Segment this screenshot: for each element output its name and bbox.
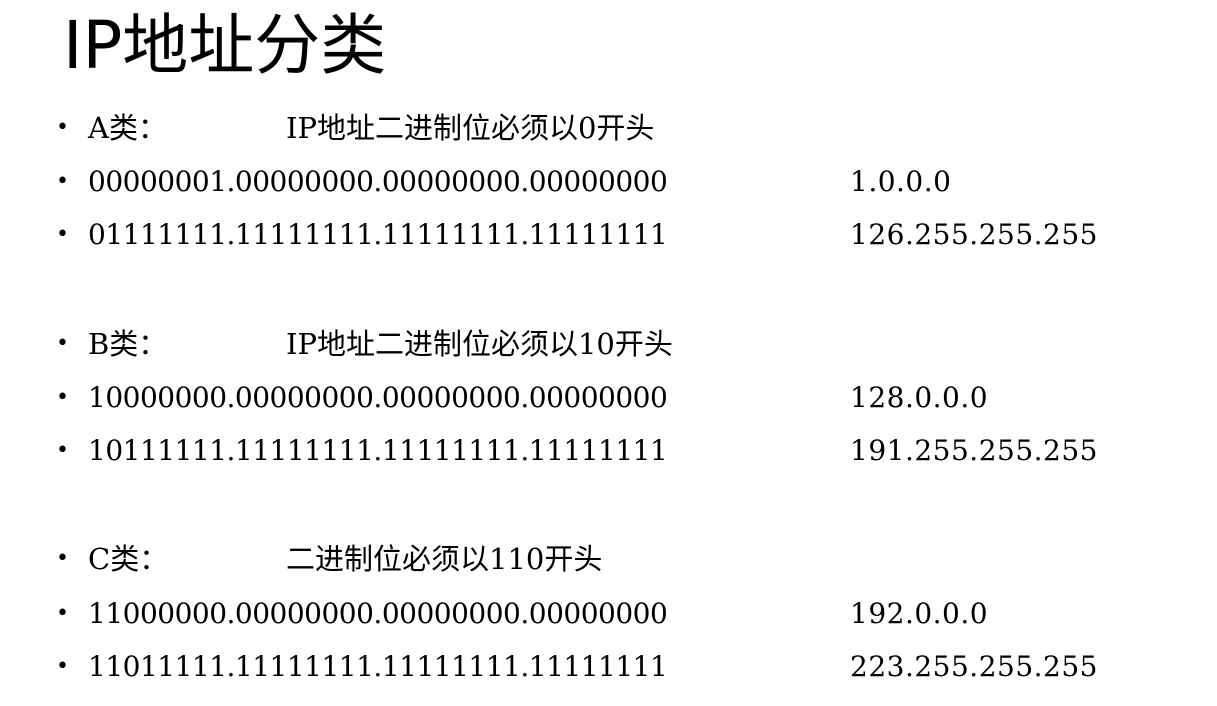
binary-address: 11011111.11111111.11111111.11111111 bbox=[88, 650, 668, 683]
class-b-row-start: • 10000000.00000000.00000000.00000000 12… bbox=[56, 378, 988, 418]
class-b-row-end: • 10111111.11111111.11111111.11111111 19… bbox=[56, 431, 1098, 471]
class-c-rule: 二进制位必须以110开头 bbox=[286, 542, 603, 576]
bullet-icon: • bbox=[56, 546, 69, 571]
dotted-address: 1.0.0.0 bbox=[850, 165, 952, 198]
bullet-icon: • bbox=[56, 222, 69, 247]
bullet-icon: • bbox=[56, 438, 69, 463]
bullet-icon: • bbox=[56, 331, 69, 356]
bullet-icon: • bbox=[56, 115, 69, 140]
class-a-heading: • A类： IP地址二进制位必须以0开头 bbox=[56, 108, 654, 148]
class-a-row-start: • 00000001.00000000.00000000.00000000 1.… bbox=[56, 162, 951, 202]
class-c-label: C类： bbox=[88, 542, 169, 576]
class-b-rule: IP地址二进制位必须以10开头 bbox=[286, 327, 673, 361]
class-a-row-end: • 01111111.11111111.11111111.11111111 12… bbox=[56, 215, 1098, 255]
class-c-row-end: • 11011111.11111111.11111111.11111111 22… bbox=[56, 647, 1098, 687]
dotted-address: 223.255.255.255 bbox=[850, 650, 1098, 683]
binary-address: 00000001.00000000.00000000.00000000 bbox=[88, 165, 668, 198]
dotted-address: 128.0.0.0 bbox=[850, 381, 989, 414]
dotted-address: 191.255.255.255 bbox=[850, 434, 1098, 467]
page-title: IP地址分类 bbox=[63, 7, 387, 84]
bullet-icon: • bbox=[56, 601, 69, 626]
dotted-address: 192.0.0.0 bbox=[850, 597, 989, 630]
class-b-heading: • B类： IP地址二进制位必须以10开头 bbox=[56, 324, 673, 364]
class-b-label: B类： bbox=[88, 327, 168, 361]
class-c-heading: • C类： 二进制位必须以110开头 bbox=[56, 539, 602, 579]
dotted-address: 126.255.255.255 bbox=[850, 218, 1098, 251]
class-a-label: A类： bbox=[88, 111, 167, 145]
binary-address: 10111111.11111111.11111111.11111111 bbox=[88, 434, 668, 467]
binary-address: 11000000.00000000.00000000.00000000 bbox=[88, 597, 668, 630]
bullet-icon: • bbox=[56, 654, 69, 679]
class-a-rule: IP地址二进制位必须以0开头 bbox=[286, 111, 655, 145]
bullet-icon: • bbox=[56, 385, 69, 410]
binary-address: 10000000.00000000.00000000.00000000 bbox=[88, 381, 668, 414]
binary-address: 01111111.11111111.11111111.11111111 bbox=[88, 218, 668, 251]
class-c-row-start: • 11000000.00000000.00000000.00000000 19… bbox=[56, 594, 988, 634]
bullet-icon: • bbox=[56, 169, 69, 194]
